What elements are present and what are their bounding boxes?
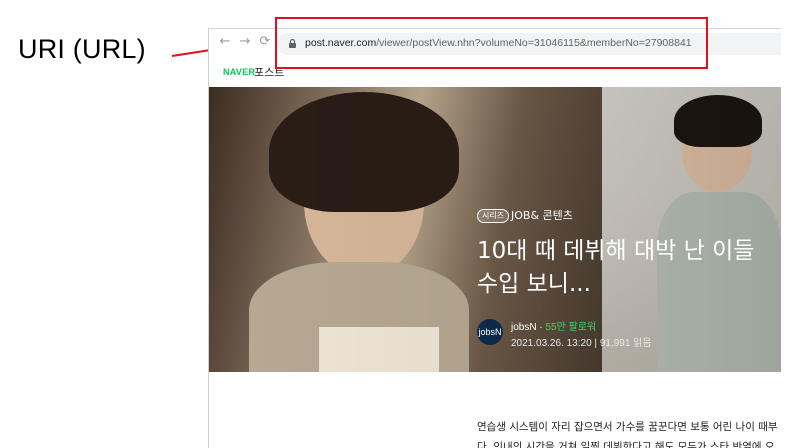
body-line-2: 다. 인내의 시간을 거쳐 일찍 데뷔한다고 해도 모두가 스타 반열에 오: [477, 441, 775, 448]
post-body-text: 연습생 시스템이 자리 잡으면서 가수를 꿈꾼다면 보통 어린 나이 때부 다.…: [477, 417, 778, 448]
browser-window: ← → ⟳ post.naver.com/viewer/postView.nhn…: [208, 28, 781, 448]
body-line-1: 연습생 시스템이 자리 잡으면서 가수를 꿈꾼다면 보통 어린 나이 때부: [477, 421, 778, 433]
post-body: 연습생 시스템이 자리 잡으면서 가수를 꿈꾼다면 보통 어린 나이 때부 다.…: [209, 29, 781, 448]
url-highlight-box: [275, 17, 708, 69]
